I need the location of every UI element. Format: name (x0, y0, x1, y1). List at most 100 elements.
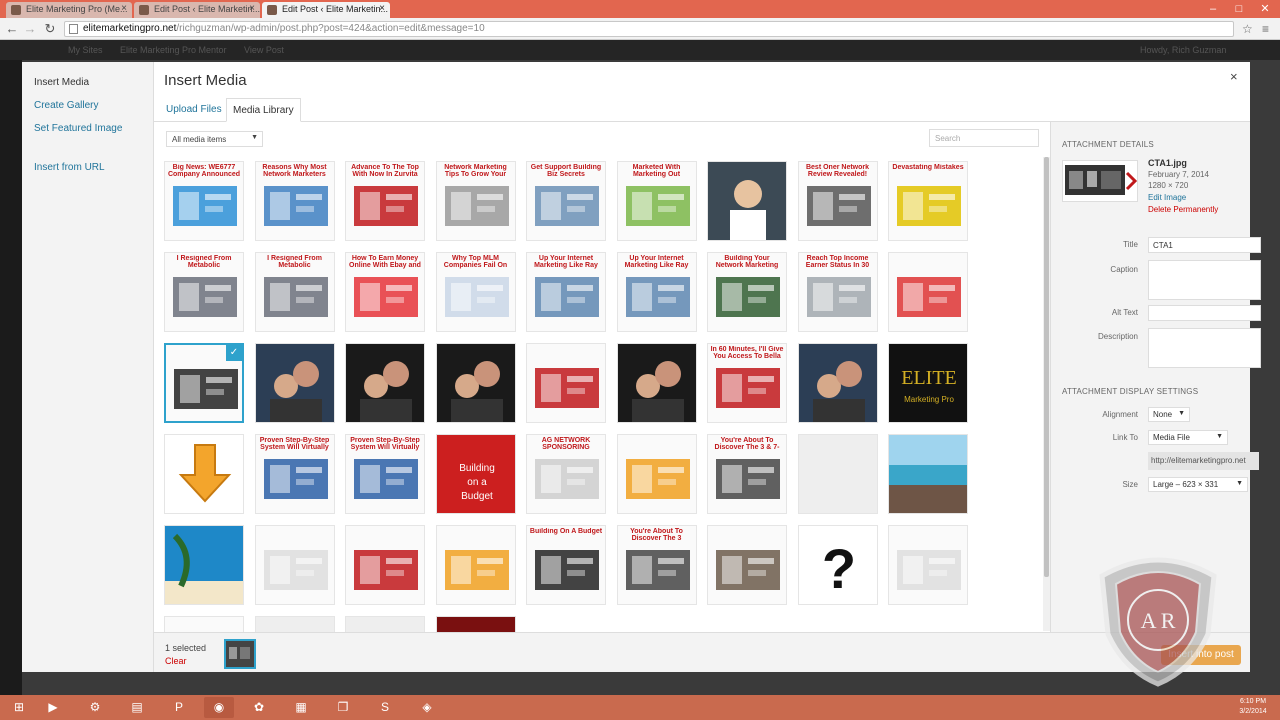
media-item[interactable]: Building on a Budget (435, 434, 516, 514)
description-field[interactable] (1148, 328, 1261, 368)
media-item[interactable]: Best Oner Network Review Revealed! (797, 161, 878, 241)
media-item[interactable]: I Resigned From Metabolic (254, 252, 335, 332)
caption-field[interactable] (1148, 260, 1261, 300)
media-item[interactable]: Advance To The Top With Now In Zurvita (345, 161, 425, 241)
media-item[interactable]: Building Your Network Marketing Business (707, 252, 787, 332)
selection-thumbnail[interactable] (224, 639, 256, 669)
media-item[interactable]: Big News: WE6777 Company Announced In Un… (164, 161, 244, 241)
close-window-icon[interactable]: ✕ (1252, 0, 1278, 18)
media-item[interactable]: You're About To Discover The 3 & 7-Figur… (707, 434, 787, 514)
media-item-image (436, 344, 515, 422)
media-item[interactable]: Marketed With Marketing Out Online? (616, 161, 697, 241)
media-item[interactable]: Reasons Why Most Network Marketers Are F… (254, 161, 335, 241)
windows-start-icon[interactable]: ⊞ (4, 697, 34, 718)
media-item[interactable]: ✓ (164, 343, 244, 423)
media-item[interactable] (888, 525, 968, 605)
close-tab-icon[interactable]: × (379, 3, 385, 14)
media-item[interactable] (164, 434, 244, 514)
size-select[interactable]: Large – 623 × 331 ▼ (1148, 477, 1248, 492)
forward-icon[interactable]: → (22, 21, 38, 36)
close-tab-icon[interactable]: × (121, 3, 127, 14)
bookmark-star-icon[interactable]: ☆ (1242, 22, 1253, 36)
grid-scrollbar[interactable] (1043, 157, 1050, 631)
alt-text-field[interactable] (1148, 305, 1261, 321)
menu-set-featured-image[interactable]: Set Featured Image (22, 122, 153, 145)
media-item[interactable]: Devastating Mistakes (888, 161, 968, 241)
close-tab-icon[interactable]: × (249, 3, 255, 14)
media-item[interactable]: Up Your Internet Marketing Like Ray Higd… (616, 252, 697, 332)
media-item[interactable]: Get Support Building Biz Secrets (526, 161, 606, 241)
media-item[interactable]: I Resigned From Metabolic (164, 252, 244, 332)
media-item[interactable] (707, 161, 787, 241)
delete-permanently-link[interactable]: Delete Permanently (1148, 205, 1218, 214)
window-icon[interactable]: ❐ (328, 697, 358, 718)
browser-tab-1[interactable]: Elite Marketing Pro (Me... × (6, 2, 132, 18)
media-item[interactable] (616, 434, 697, 514)
alignment-select[interactable]: None ▼ (1148, 407, 1190, 422)
media-filter-select[interactable]: All media items ▼ (166, 131, 263, 147)
scrollbar-thumb[interactable] (1044, 157, 1049, 577)
browser-tab-2[interactable]: Edit Post ‹ Elite Marketin... × (134, 2, 260, 18)
back-icon[interactable]: ← (4, 21, 20, 36)
media-item[interactable]: Reach Top Income Earner Status In 30 Day… (797, 252, 878, 332)
media-item[interactable] (797, 343, 878, 423)
media-player-icon[interactable]: ▶ (38, 697, 68, 718)
media-item[interactable] (435, 525, 516, 605)
title-field[interactable]: CTA1 (1148, 237, 1261, 253)
media-item[interactable] (254, 616, 335, 632)
tab-upload-files[interactable]: Upload Files (160, 98, 228, 122)
maximize-icon[interactable]: □ (1226, 0, 1252, 18)
edit-image-link[interactable]: Edit Image (1148, 193, 1186, 202)
media-item[interactable]: Proven Step-By-Step System Will Virtuall… (345, 434, 425, 514)
media-item[interactable]: ? (797, 525, 878, 605)
notepad-icon[interactable]: ▦ (286, 697, 316, 718)
media-item[interactable] (888, 434, 968, 514)
media-item[interactable]: How To Earn Money Online With Ebay and Y… (345, 252, 425, 332)
menu-icon[interactable]: ≡ (1262, 22, 1269, 36)
settings-app-icon[interactable]: ⚙ (80, 697, 110, 718)
media-item[interactable]: Why Top MLM Companies Fail On Succeeding… (435, 252, 516, 332)
chrome-icon[interactable]: ◉ (204, 697, 234, 718)
powerpoint-icon[interactable]: P (164, 697, 194, 718)
media-item[interactable] (707, 525, 787, 605)
file-explorer-icon[interactable]: ▤ (122, 697, 152, 718)
media-item[interactable] (435, 343, 516, 423)
link-to-select[interactable]: Media File ▼ (1148, 430, 1228, 445)
checkmark-icon[interactable]: ✓ (226, 345, 242, 361)
menu-create-gallery[interactable]: Create Gallery (22, 99, 153, 122)
media-item[interactable] (254, 343, 335, 423)
search-input[interactable]: Search (929, 129, 1039, 147)
media-item[interactable] (164, 616, 244, 632)
media-item[interactable]: Network Marketing Tips To Grow Your Skin… (435, 161, 516, 241)
app-icon[interactable]: ✿ (244, 697, 274, 718)
skype-icon[interactable]: S (370, 697, 400, 718)
minimize-icon[interactable]: – (1200, 0, 1226, 18)
address-bar[interactable]: elitemarketingpro.net/richguzman/wp-admi… (64, 21, 1234, 37)
media-item[interactable]: Proven Step-By-Step System Will Virtuall… (254, 434, 335, 514)
media-item[interactable]: AG NETWORK SPONSORING (526, 434, 606, 514)
media-item[interactable] (164, 525, 244, 605)
menu-insert-media[interactable]: Insert Media (22, 76, 153, 99)
camtasia-icon[interactable]: ◈ (412, 697, 442, 718)
media-item[interactable] (254, 525, 335, 605)
clear-selection-link[interactable]: Clear (165, 656, 187, 666)
media-item[interactable] (616, 343, 697, 423)
menu-insert-from-url[interactable]: Insert from URL (22, 161, 153, 184)
browser-tab-3[interactable]: Edit Post ‹ Elite Marketin... × (262, 2, 390, 18)
media-item[interactable] (526, 343, 606, 423)
media-item[interactable] (797, 434, 878, 514)
media-item[interactable] (345, 525, 425, 605)
reload-icon[interactable]: ↻ (42, 21, 58, 37)
media-item[interactable] (345, 616, 425, 632)
link-url-field[interactable]: http://elitemarketingpro.net (1148, 452, 1259, 470)
media-item[interactable]: Building On A Budget (526, 525, 606, 605)
media-item[interactable]: ELITE Marketing Pro (888, 343, 968, 423)
media-item[interactable]: In 60 Minutes, I'll Give You Access To B… (707, 343, 787, 423)
media-item[interactable] (435, 616, 516, 632)
media-item[interactable]: You're About To Discover The 3 Recruitin… (616, 525, 697, 605)
tab-media-library[interactable]: Media Library (226, 98, 301, 122)
media-item[interactable]: Up Your Internet Marketing Like Ray Higd… (526, 252, 606, 332)
close-icon[interactable]: × (1230, 69, 1238, 84)
media-item[interactable] (345, 343, 425, 423)
media-item[interactable] (888, 252, 968, 332)
